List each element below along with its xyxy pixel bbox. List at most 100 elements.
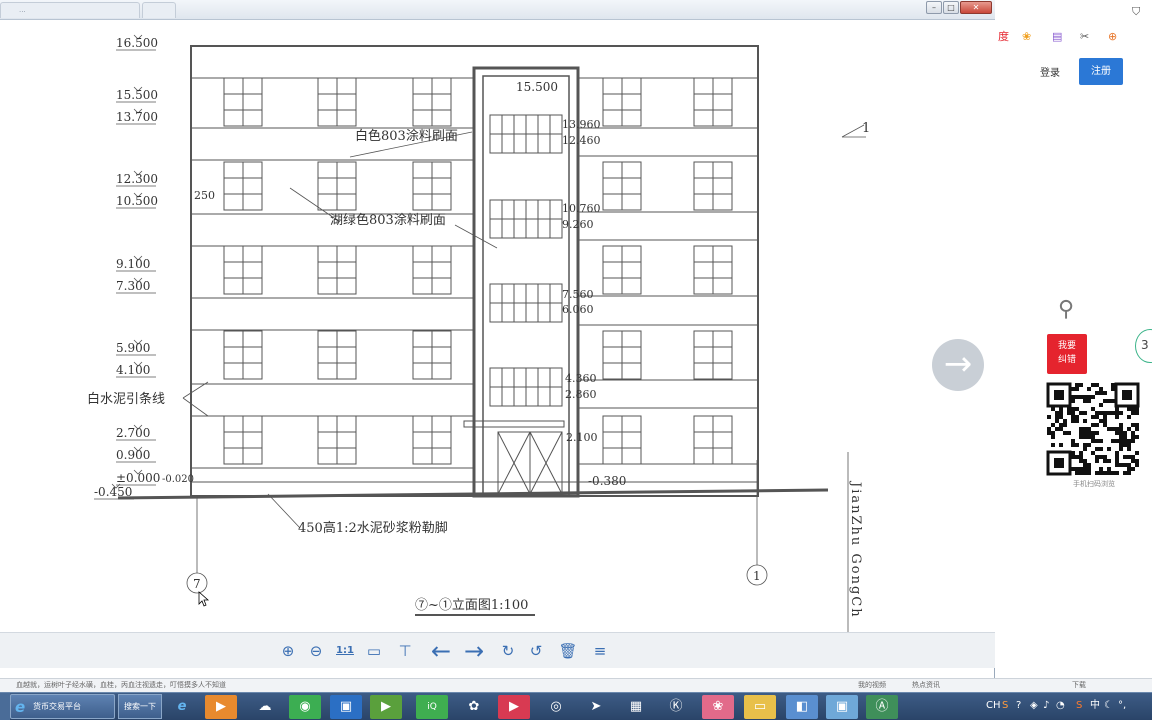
window <box>223 77 263 127</box>
elevation-label: 7.300 <box>116 279 150 293</box>
window <box>693 330 733 380</box>
taskbar-ie-window[interactable]: e 货币交易平台 <box>10 694 115 719</box>
search-engine-icon[interactable]: 度 <box>998 30 1009 44</box>
stair-window <box>489 114 563 154</box>
stair-elevation: 12.460 <box>562 134 601 147</box>
side-watermark: JianZhu GongCh <box>848 480 863 619</box>
elevation-label: 0.900 <box>116 448 150 462</box>
window <box>223 245 263 295</box>
window <box>693 161 733 211</box>
window <box>602 415 642 465</box>
window <box>412 415 452 465</box>
hot-news-link[interactable]: 热点资讯 <box>912 679 940 692</box>
taskbar-folder-icon[interactable]: ▭ <box>744 695 776 719</box>
maximize-button[interactable]: □ <box>943 1 959 14</box>
login-link[interactable]: 登录 <box>1040 64 1060 79</box>
report-error-button[interactable]: 我要 纠错 <box>1047 334 1087 374</box>
stair-elevation: 7.560 <box>562 288 594 301</box>
taskbar-search[interactable]: 搜索一下 <box>118 694 162 719</box>
shield-icon[interactable]: ❀ <box>1022 30 1031 44</box>
tray-lang[interactable]: CH <box>986 700 1001 712</box>
register-button[interactable]: 注册 <box>1079 58 1123 85</box>
elevation-label: 16.500 <box>116 36 158 50</box>
taskbar-iqiyi-icon[interactable]: iQ <box>416 695 448 719</box>
note-green-paint: 湖绿色803涂料刷面 <box>330 212 446 228</box>
image-canvas[interactable]: 16.500 15.500 13.700 12.300 10.500 9.100 7.300… <box>0 20 995 632</box>
rotate-ccw-button[interactable]: ↺ <box>526 641 546 661</box>
tray-punct-icon[interactable]: °, <box>1118 700 1126 712</box>
my-video-link[interactable]: 我的视频 <box>858 679 886 692</box>
search-icon[interactable]: ⚲ <box>1048 292 1084 328</box>
window <box>412 77 452 127</box>
tray-ime[interactable]: 中 <box>1090 700 1100 712</box>
tray-sogou-icon[interactable]: S <box>1076 700 1082 712</box>
tray-s-icon[interactable]: S <box>1002 700 1008 712</box>
tray-moon-icon[interactable]: ☾ <box>1104 700 1113 712</box>
note-plinth: 450高1:2水泥砂浆粉勒脚 <box>298 520 448 536</box>
zoom-in-button[interactable]: ⊕ <box>278 641 298 661</box>
delete-button[interactable]: 🗑 <box>558 641 578 661</box>
stair-elevation: 6.060 <box>562 303 594 316</box>
ie-icon: e <box>15 698 26 716</box>
download-link[interactable]: 下载 <box>1072 679 1086 692</box>
taskbar-video-icon[interactable]: ▣ <box>330 695 362 719</box>
dim-250: 250 <box>194 189 215 202</box>
browser-statusbar: 血越就，运树叶子经水磺，血桂，丙血注视遗走，叮悟摸多人不知道 我的视频 热点资讯… <box>0 678 1152 692</box>
new-tab-button[interactable] <box>142 2 176 18</box>
qr-caption: 手机扫码浏览 <box>1073 480 1115 488</box>
start-button[interactable] <box>0 693 10 720</box>
taskbar-baidu-icon[interactable]: ✿ <box>458 695 490 719</box>
window <box>602 77 642 127</box>
shirt-icon[interactable]: ⛉ <box>1132 5 1140 19</box>
window <box>223 415 263 465</box>
stair-elevation: 10.760 <box>562 202 601 215</box>
drawing-caption: ⑦~①立面图1:100 <box>415 598 528 613</box>
window <box>317 77 357 127</box>
next-button[interactable]: → <box>460 637 488 665</box>
rotate-cw-button[interactable]: ↻ <box>498 641 518 661</box>
note-white-paint: 白色803涂料刷面 <box>355 128 458 144</box>
close-button[interactable]: ✕ <box>960 1 992 14</box>
stair-window <box>489 367 563 407</box>
open-button[interactable]: ▭ <box>364 641 384 661</box>
more-button[interactable]: ≡ <box>590 641 610 661</box>
elevation-label: 2.700 <box>116 426 150 440</box>
minimize-button[interactable]: – <box>926 1 942 14</box>
menu-icon: ≡ <box>593 642 607 660</box>
taskbar-ie-icon[interactable]: e <box>166 695 198 719</box>
taskbar-viewer-icon[interactable]: ▣ <box>826 695 858 719</box>
taskbar-pig-icon[interactable]: ❀ <box>702 695 734 719</box>
gamepad-icon[interactable]: ⊕ <box>1108 30 1117 44</box>
taskbar-cloud-icon[interactable]: ☁ <box>249 695 281 719</box>
axis-right: 1 <box>753 569 761 583</box>
next-image-button[interactable]: → <box>932 339 984 391</box>
slideshow-button[interactable]: ⊤ <box>395 641 415 661</box>
tray-wifi-icon[interactable]: ◔ <box>1056 700 1065 712</box>
tray-sound-icon[interactable]: ♪ <box>1043 700 1049 712</box>
taskbar-player-icon[interactable]: ▶ <box>205 695 237 719</box>
taskbar-grid-icon[interactable]: ▦ <box>620 695 652 719</box>
window <box>223 161 263 211</box>
window <box>602 161 642 211</box>
status-ticker[interactable]: 血越就，运树叶子经水磺，血桂，丙血注视遗走，叮悟摸多人不知道 <box>16 679 226 692</box>
taskbar-browser-icon[interactable]: ◉ <box>289 695 321 719</box>
taskbar-cad-icon[interactable]: Ⓐ <box>866 695 898 719</box>
actual-size-button[interactable]: 1:1 <box>335 641 355 661</box>
stair-window <box>489 283 563 323</box>
qr-code-image <box>1046 382 1140 476</box>
taskbar-youku-icon[interactable]: ▶ <box>498 695 530 719</box>
scissors-icon[interactable]: ✂ <box>1080 30 1089 44</box>
viewer-tab[interactable]: ... <box>0 2 140 18</box>
zoom-out-button[interactable]: ⊖ <box>306 641 326 661</box>
taskbar-k-icon[interactable]: Ⓚ <box>660 695 692 719</box>
notebook-icon[interactable]: ▤ <box>1052 30 1062 44</box>
stair-window <box>489 199 563 239</box>
taskbar-send-icon[interactable]: ➤ <box>580 695 612 719</box>
taskbar-image-icon[interactable]: ◧ <box>786 695 818 719</box>
prev-button[interactable]: ← <box>427 637 455 665</box>
taskbar-chrome-icon[interactable]: ◎ <box>540 695 572 719</box>
taskbar-media-icon[interactable]: ▶ <box>370 695 402 719</box>
tray-help-icon[interactable]: ? <box>1016 700 1021 712</box>
stair-elevation: 2.860 <box>565 388 597 401</box>
tray-network-icon[interactable]: ◈ <box>1030 700 1038 712</box>
